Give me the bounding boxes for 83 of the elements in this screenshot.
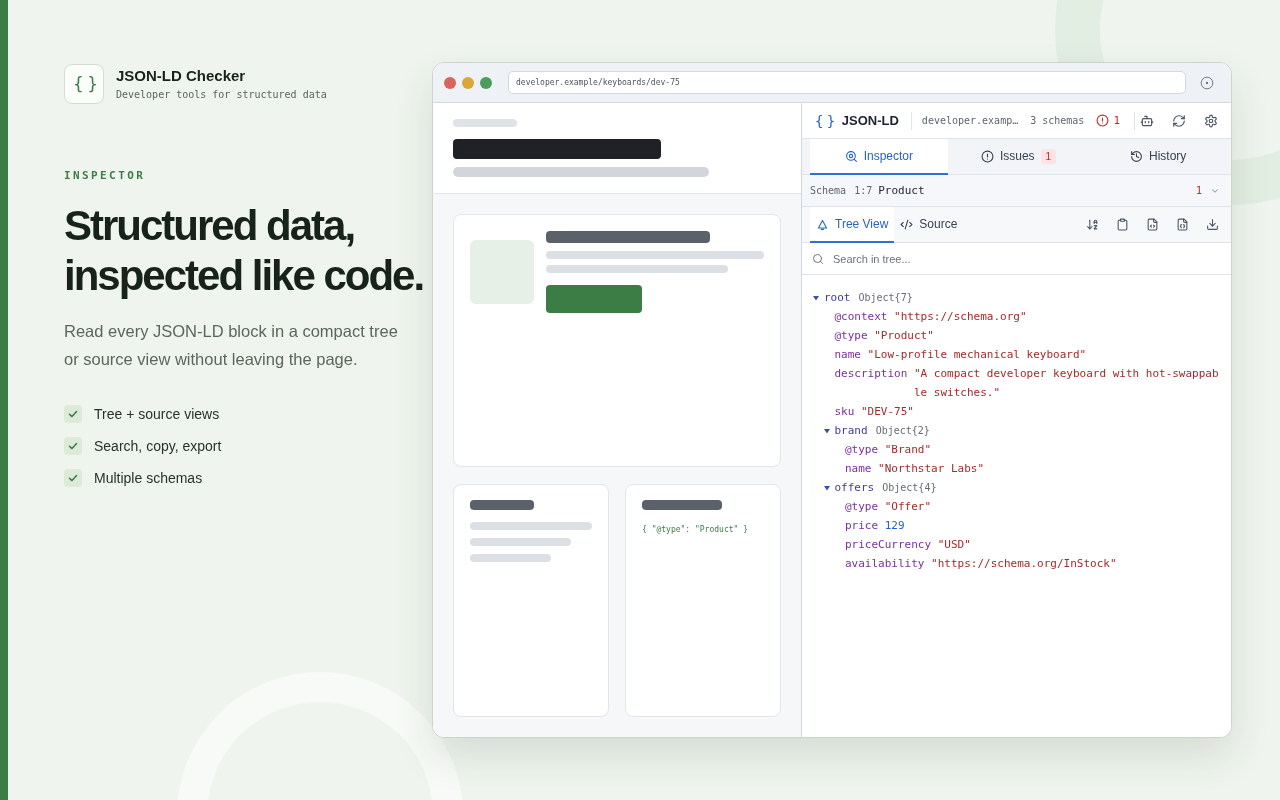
tree-value: "Brand" [884, 442, 932, 458]
file-braces-icon[interactable] [1176, 218, 1189, 231]
tree-key: name [845, 459, 872, 478]
close-button[interactable] [444, 76, 456, 89]
caret-icon[interactable] [812, 293, 820, 302]
address-field[interactable]: developer.example/keyboards/dev-75 [508, 71, 1186, 94]
tree-value: "https://schema.org/InStock" [931, 556, 1117, 572]
search-field[interactable]: Search in tree... [833, 243, 1219, 274]
tree-value: 129 [884, 518, 905, 534]
target-icon[interactable] [1200, 75, 1214, 90]
schema-position: 1:7 [854, 185, 873, 196]
triangle-icon [816, 217, 829, 231]
tree-key: @type [845, 440, 879, 459]
tree-value: "Low-profile mechanical keyboard" [867, 347, 1087, 363]
tree-key: brand [834, 421, 868, 440]
tree-key: availability [845, 554, 925, 573]
tree-key: priceCurrency [845, 535, 932, 554]
tree-key: name [834, 345, 861, 364]
search-icon [812, 252, 824, 265]
view-tab[interactable]: Tree View [810, 207, 895, 243]
hero-heading: Structured data, inspected like code. [64, 201, 425, 301]
tree-value: "DEV-75" [861, 404, 914, 420]
tree-value: "USD" [937, 537, 971, 553]
type-summary: Object{4} [882, 481, 937, 495]
skeleton-line [453, 119, 517, 127]
issue-badge: 1 [1040, 148, 1057, 164]
download-icon[interactable] [1206, 218, 1219, 231]
feature-label: Search, copy, export [94, 437, 222, 455]
caret-icon[interactable] [822, 483, 831, 492]
tree-key: root [824, 288, 851, 307]
app-logo: { } [64, 64, 104, 104]
sort-icon[interactable] [1086, 218, 1099, 231]
search-icon [844, 149, 858, 163]
code-snippet: { "@type": "Product" } [642, 525, 748, 535]
check-icon [64, 405, 82, 423]
clipboard-icon[interactable] [1116, 218, 1129, 231]
panel-logo: { } [815, 112, 833, 129]
caret-icon[interactable] [822, 426, 831, 435]
panel-tab[interactable]: History [1089, 139, 1227, 175]
hero-description: Read every JSON-LD block in a compact tree or source view without leaving the page. [64, 321, 399, 370]
tree-value: "https://schema.org" [894, 309, 1027, 325]
check-icon [64, 469, 82, 487]
alert-icon [980, 149, 994, 163]
code-icon [900, 217, 914, 231]
section-eyebrow: INSPECTOR [64, 169, 146, 183]
image-placeholder [470, 240, 534, 304]
tree-key: sku [834, 402, 855, 421]
skeleton-heading [470, 500, 534, 510]
site-name: developer.examp… [921, 115, 1019, 126]
issue-count: 1 [1113, 114, 1120, 127]
type-summary: Object{7} [858, 291, 913, 305]
panel-tab[interactable]: Inspector [810, 139, 948, 175]
tree-key: @context [834, 307, 888, 326]
refresh-icon[interactable] [1172, 113, 1186, 128]
panel-tab[interactable]: Issues 1 [949, 139, 1088, 175]
view-tab[interactable]: Source [894, 207, 964, 243]
schema-type: Product [878, 184, 925, 197]
settings-icon[interactable] [1204, 113, 1218, 128]
tree-key: description [834, 364, 908, 383]
history-icon [1130, 149, 1143, 163]
alert-icon [1096, 114, 1110, 127]
schema-count: 3 schemas [1030, 115, 1085, 126]
schema-bar[interactable]: Schema 1:7 Product 1 [802, 175, 1231, 207]
tree-value: "Northstar Labs" [878, 461, 985, 477]
tree-value: "Product" [874, 328, 934, 344]
schema-label: Schema [810, 185, 847, 196]
zoom-button[interactable] [480, 76, 492, 89]
feature-label: Tree + source views [94, 405, 220, 423]
check-icon [64, 437, 82, 455]
issue-count: 1 [1195, 185, 1202, 196]
tree-key: price [845, 516, 879, 535]
app-subtitle: Developer tools for structured data [116, 88, 327, 101]
panel-title: JSON-LD [841, 113, 899, 128]
feature-label: Multiple schemas [94, 469, 203, 487]
tree-key: @type [834, 326, 868, 345]
file-code-icon[interactable] [1146, 218, 1159, 231]
tree-key: @type [845, 497, 879, 516]
app-title: JSON-LD Checker [116, 67, 247, 85]
tree-value: "Offer" [884, 499, 932, 515]
tree-value: "A compact developer keyboard with hot-swappable switches." [913, 366, 1220, 401]
tree-key: offers [834, 478, 875, 497]
type-summary: Object{2} [875, 424, 930, 438]
robot-icon[interactable] [1140, 113, 1154, 128]
